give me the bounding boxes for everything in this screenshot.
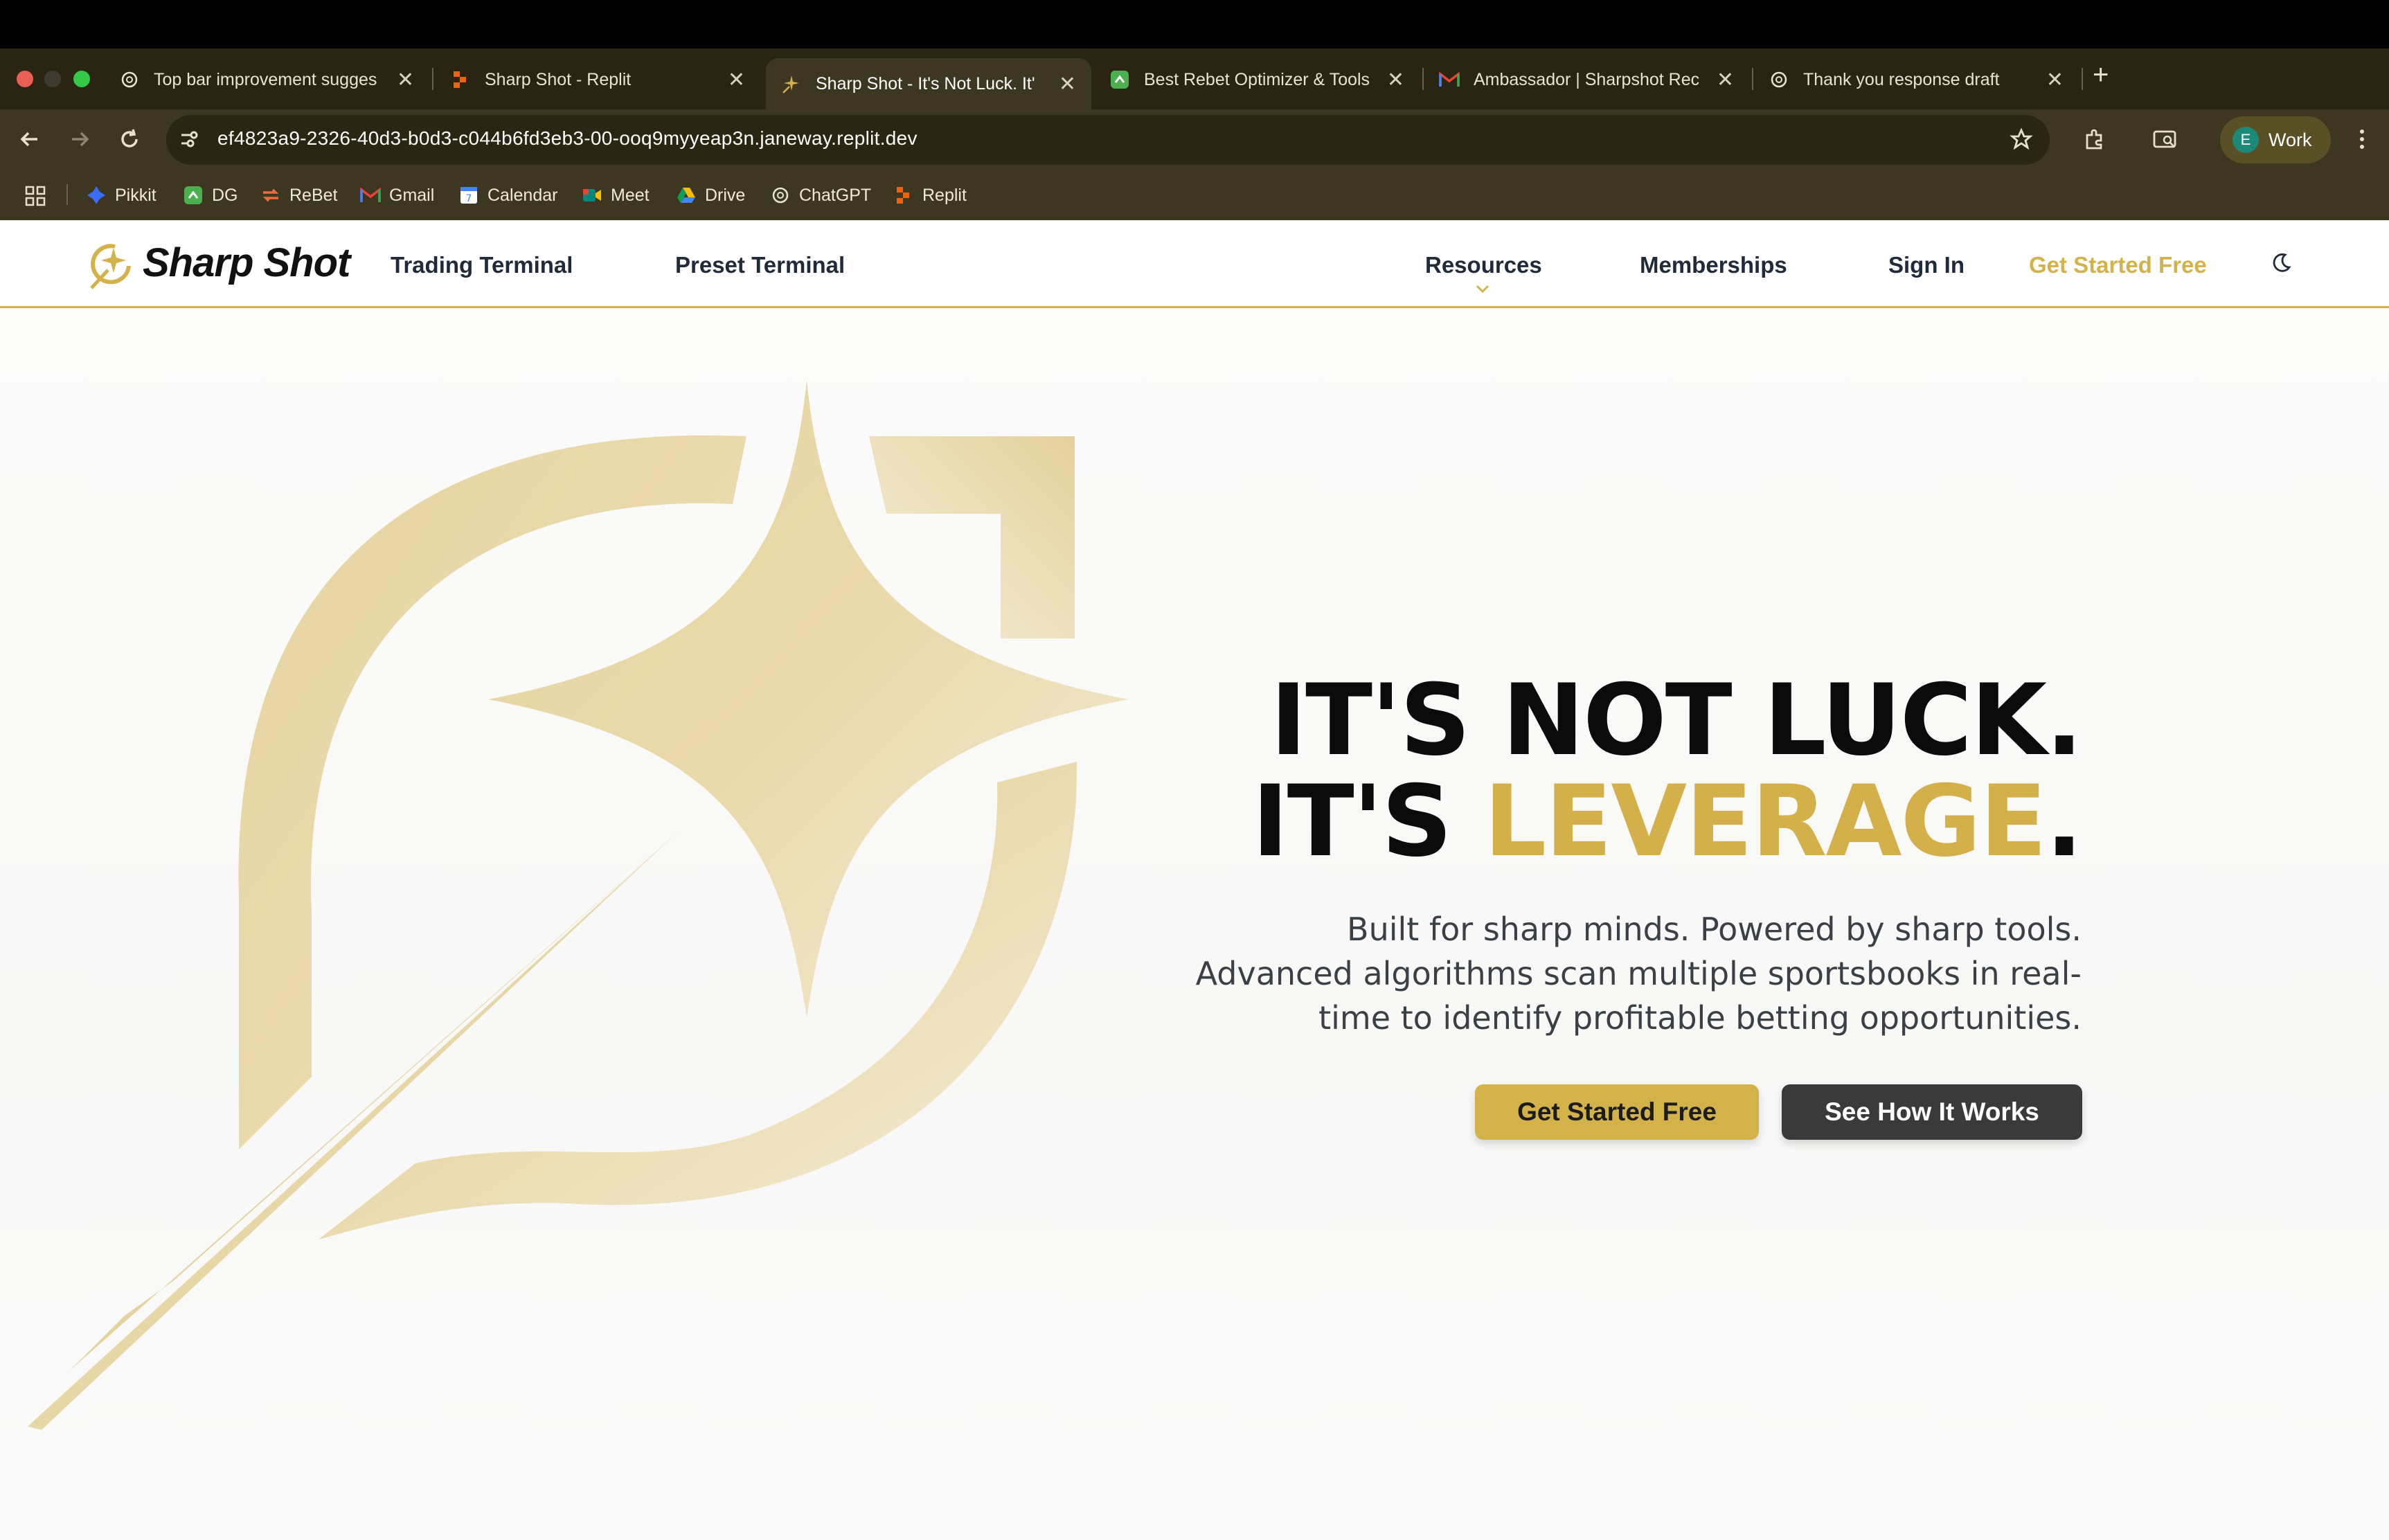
hero-headline: IT'S NOT LUCK. IT'S LEVERAGE.	[1252, 663, 2083, 872]
browser-tab-active[interactable]: Sharp Shot - It's Not Luck. It' ✕	[766, 58, 1091, 109]
kebab-menu-icon[interactable]	[2345, 122, 2379, 156]
close-tab-icon[interactable]: ✕	[2046, 68, 2064, 92]
avatar: E	[2233, 127, 2259, 153]
bookmark-pikkit[interactable]: Pikkit	[86, 183, 156, 208]
bookmark-label: ChatGPT	[799, 185, 872, 205]
new-tab-plus-icon[interactable]: +	[2093, 60, 2109, 91]
bookmark-label: Calendar	[487, 185, 558, 205]
forward-arrow-icon[interactable]	[62, 122, 97, 156]
nav-trading-terminal[interactable]: Trading Terminal	[391, 252, 573, 278]
tab-title: Best Rebet Optimizer & Tools	[1144, 69, 1370, 89]
see-how-it-works-button[interactable]: See How It Works	[1782, 1084, 2082, 1140]
headline-line-1: IT'S NOT LUCK.	[1270, 663, 2083, 778]
dark-mode-moon-icon[interactable]	[2269, 251, 2293, 279]
close-tab-icon[interactable]: ✕	[1717, 68, 1734, 92]
bookmarks-divider	[66, 184, 68, 205]
openai-icon	[770, 185, 791, 206]
bookmark-meet[interactable]: Meet	[582, 183, 650, 208]
chevron-down-icon	[1475, 284, 1490, 297]
bookmark-label: DG	[212, 185, 238, 205]
browser-tab[interactable]: Best Rebet Optimizer & Tools ✕	[1094, 58, 1420, 101]
close-window-button[interactable]	[17, 71, 33, 87]
tab-search-icon[interactable]	[2148, 122, 2183, 156]
brand-name[interactable]: Sharp Shot	[143, 240, 350, 286]
openai-icon	[1769, 69, 1789, 90]
site-settings-icon[interactable]	[172, 122, 206, 156]
bookmark-drive[interactable]: Drive	[676, 183, 745, 208]
bookmark-label: Replit	[922, 185, 967, 205]
openai-icon	[119, 69, 140, 90]
subtitle-line: Built for sharp minds. Powered by sharp …	[1347, 911, 2082, 948]
meet-icon	[582, 185, 602, 206]
profile-button[interactable]: E Work	[2220, 116, 2331, 163]
bookmark-label: Pikkit	[115, 185, 156, 205]
close-tab-icon[interactable]: ✕	[728, 68, 745, 92]
gmail-icon	[1439, 69, 1460, 90]
subtitle-line: time to identify profitable betting oppo…	[1318, 999, 2082, 1037]
headline-accent-word: LEVERAGE	[1483, 764, 2047, 879]
system-top-bar	[0, 0, 2389, 48]
nav-memberships[interactable]: Memberships	[1640, 252, 1787, 278]
nav-get-started[interactable]: Get Started Free	[2029, 252, 2207, 278]
bookmark-label: Meet	[611, 185, 650, 205]
tab-divider	[2082, 68, 2083, 90]
apps-grid-icon[interactable]	[18, 179, 53, 213]
bookmark-dg[interactable]: DG	[183, 183, 238, 208]
headline-period: .	[2046, 764, 2083, 879]
nav-resources[interactable]: Resources	[1425, 252, 1542, 278]
rebet-icon	[260, 185, 281, 206]
sharpshot-logo-icon	[90, 244, 131, 289]
sharpshot-emblem-graphic	[28, 381, 1129, 1430]
tab-title: Sharp Shot - Replit	[485, 69, 632, 89]
calendar-icon: 7	[458, 185, 479, 206]
replit-icon	[450, 69, 471, 90]
bookmarks-bar	[0, 170, 2389, 220]
close-tab-icon[interactable]: ✕	[397, 68, 414, 92]
bookmark-calendar[interactable]: 7 Calendar	[458, 183, 557, 208]
dg-icon	[183, 185, 204, 206]
dg-icon	[1109, 69, 1130, 90]
bookmark-gmail[interactable]: Gmail	[360, 183, 434, 208]
bookmark-label: ReBet	[289, 185, 338, 205]
browser-tab[interactable]: Top bar improvement sugges ✕	[104, 58, 429, 101]
url-text[interactable]: ef4823a9-2326-40d3-b0d3-c044b6fd3eb3-00-…	[217, 127, 918, 150]
nav-sign-in[interactable]: Sign In	[1888, 252, 1965, 278]
browser-tab[interactable]: Thank you response draft ✕	[1753, 58, 2079, 101]
subtitle-line: Advanced algorithms scan multiple sports…	[1195, 955, 2082, 992]
minimize-window-button[interactable]	[44, 71, 61, 87]
browser-tab[interactable]: Ambassador | Sharpshot Rec ✕	[1424, 58, 1749, 101]
tab-title: Ambassador | Sharpshot Rec	[1474, 69, 1700, 89]
bookmark-label: Drive	[705, 185, 746, 205]
svg-text:7: 7	[466, 193, 472, 204]
bookmark-rebet[interactable]: ReBet	[260, 183, 337, 208]
drive-icon	[676, 185, 697, 206]
hero-subtitle: Built for sharp minds. Powered by sharp …	[1181, 907, 2082, 1040]
tab-title: Top bar improvement sugges	[154, 69, 377, 89]
nav-preset-terminal[interactable]: Preset Terminal	[675, 252, 845, 278]
get-started-button[interactable]: Get Started Free	[1475, 1084, 1759, 1140]
close-tab-icon[interactable]: ✕	[1387, 68, 1404, 92]
reload-icon[interactable]	[112, 122, 147, 156]
back-arrow-icon[interactable]	[12, 122, 47, 156]
bookmark-label: Gmail	[389, 185, 435, 205]
close-tab-icon[interactable]: ✕	[1059, 72, 1076, 96]
browser-tab[interactable]: Sharp Shot - Replit ✕	[435, 58, 760, 101]
bookmark-replit[interactable]: Replit	[893, 183, 967, 208]
tab-title: Thank you response draft	[1803, 69, 2000, 89]
replit-icon	[893, 185, 914, 206]
tab-title: Sharp Shot - It's Not Luck. It'	[816, 73, 1035, 93]
bookmark-star-icon[interactable]	[2004, 122, 2039, 156]
headline-prefix: IT'S	[1251, 764, 1484, 879]
profile-label: Work	[2269, 129, 2312, 150]
pikkit-icon	[86, 185, 107, 206]
gmail-icon	[360, 185, 381, 206]
bookmark-chatgpt[interactable]: ChatGPT	[770, 183, 871, 208]
extensions-puzzle-icon[interactable]	[2077, 122, 2112, 156]
tab-divider	[432, 68, 433, 90]
headline-line-2: IT'S LEVERAGE.	[1252, 771, 2083, 872]
maximize-window-button[interactable]	[73, 71, 90, 87]
sharpshot-icon	[781, 73, 802, 94]
